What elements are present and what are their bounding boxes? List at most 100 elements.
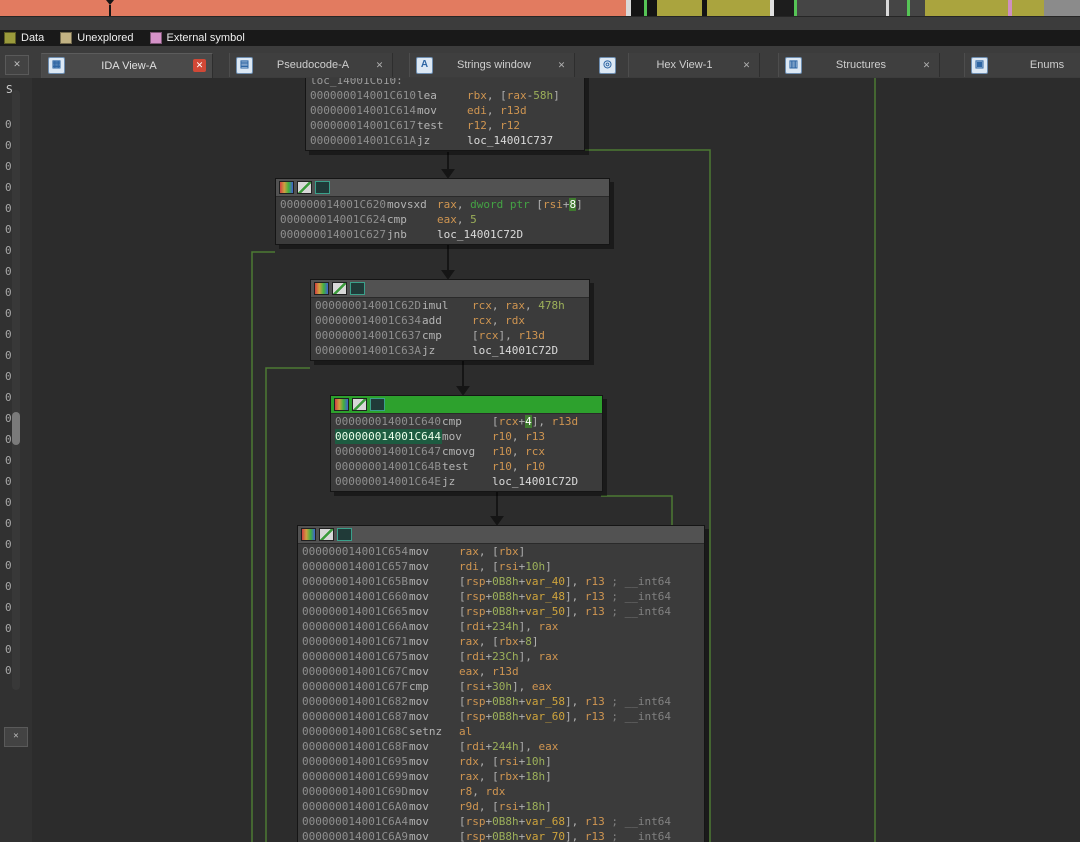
edge-arrowhead-icon bbox=[441, 270, 455, 280]
node-group-icon[interactable] bbox=[315, 181, 330, 194]
node-edit-icon[interactable] bbox=[319, 528, 334, 541]
nav-segment[interactable] bbox=[1011, 0, 1045, 16]
instruction-line[interactable]: 000000014001C665mov [rsp+0B8h+var_50], r1… bbox=[298, 604, 704, 619]
node-color-icon[interactable] bbox=[279, 181, 294, 194]
instruction-line[interactable]: 000000014001C68Fmov [rdi+244h], eax bbox=[298, 739, 704, 754]
tab-structures[interactable]: ▥ Structures ✕ bbox=[778, 53, 940, 77]
sidebar-scrollbar-thumb[interactable] bbox=[12, 412, 20, 445]
nav-segment[interactable] bbox=[656, 0, 702, 16]
nav-segment[interactable] bbox=[910, 0, 926, 16]
block-title-bar[interactable] bbox=[331, 396, 602, 414]
instruction-line[interactable]: 000000014001C627jnb loc_14001C72D bbox=[276, 227, 609, 242]
node-edit-icon[interactable] bbox=[332, 282, 347, 295]
tab-ida-view-a[interactable]: ▦ IDA View-A ✕ bbox=[41, 52, 213, 78]
nav-segment[interactable] bbox=[925, 0, 1008, 16]
sidebar-scrollbar-track[interactable] bbox=[12, 90, 20, 690]
basic-block-14001C62D[interactable]: 000000014001C62Dimul rcx, rax, 478h 000000… bbox=[310, 279, 590, 361]
nav-segment[interactable] bbox=[646, 0, 657, 16]
instruction-line[interactable]: 000000014001C64Ejz loc_14001C72D bbox=[331, 474, 602, 489]
nav-segment[interactable] bbox=[888, 0, 908, 16]
basic-block-14001C610[interactable]: loc_14001C610: 000000014001C610lea rbx, [r… bbox=[305, 78, 585, 151]
tab-label: Enums bbox=[1029, 59, 1065, 71]
instruction-line[interactable]: 000000014001C614mov edi, r13d bbox=[306, 103, 584, 118]
tab-hex-view-1[interactable]: Hex View-1 ✕ bbox=[628, 53, 760, 77]
nav-segment[interactable] bbox=[630, 0, 644, 16]
instruction-line[interactable]: 000000014001C620movsxd rax, dword ptr [rs… bbox=[276, 197, 609, 212]
instruction-line[interactable]: 000000014001C654mov rax, [rbx] bbox=[298, 544, 704, 559]
tab-enums[interactable]: ▣ Enums ✕ bbox=[964, 53, 1080, 77]
instruction-line[interactable]: 000000014001C67Cmov eax, r13d bbox=[298, 664, 704, 679]
instruction-line[interactable]: 000000014001C68Csetnz al bbox=[298, 724, 704, 739]
instruction-line[interactable]: 000000014001C640cmp [rcx+4], r13d bbox=[331, 414, 602, 429]
nav-segment[interactable] bbox=[707, 0, 770, 16]
close-tab-icon[interactable]: ✕ bbox=[740, 59, 753, 72]
instruction-line[interactable]: 000000014001C637cmp [rcx], r13d bbox=[311, 328, 589, 343]
instruction-line[interactable]: 000000014001C671mov rax, [rbx+8] bbox=[298, 634, 704, 649]
instruction-line[interactable]: 000000014001C61Ajz loc_14001C737 bbox=[306, 133, 584, 148]
operand: rsi bbox=[498, 755, 519, 768]
instruction-line[interactable]: 000000014001C695mov rdx, [rsi+10h] bbox=[298, 754, 704, 769]
node-group-icon[interactable] bbox=[337, 528, 352, 541]
node-group-icon[interactable] bbox=[370, 398, 385, 411]
mnemonic: mov bbox=[409, 815, 429, 828]
nav-segment[interactable] bbox=[0, 0, 627, 16]
tab-pseudocode-a[interactable]: ▤ Pseudocode-A ✕ bbox=[229, 53, 393, 77]
instruction-line[interactable]: 000000014001C62Dimul rcx, rax, 478h bbox=[311, 298, 589, 313]
navigator-marker[interactable] bbox=[106, 0, 115, 16]
instruction-line[interactable]: 000000014001C699mov rax, [rbx+18h] bbox=[298, 769, 704, 784]
instruction-line[interactable]: 000000014001C6A0mov r9d, [rsi+18h] bbox=[298, 799, 704, 814]
instruction-line[interactable]: 000000014001C647cmovg r10, rcx bbox=[331, 444, 602, 459]
instruction-line[interactable]: 000000014001C6A4mov [rsp+0B8h+var_68], r1… bbox=[298, 814, 704, 829]
instruction-line[interactable]: 000000014001C6A9mov [rsp+0B8h+var_70], r1… bbox=[298, 829, 704, 842]
block-title-bar[interactable] bbox=[276, 179, 609, 197]
close-sidebar-button[interactable]: ✕ bbox=[4, 727, 28, 747]
nav-segment[interactable] bbox=[1044, 0, 1080, 16]
instruction-line[interactable]: 000000014001C66Amov [rdi+234h], rax bbox=[298, 619, 704, 634]
close-tab-icon[interactable]: ✕ bbox=[193, 59, 206, 72]
nav-segment[interactable] bbox=[774, 0, 794, 16]
instruction-line[interactable]: 000000014001C67Fcmp [rsi+30h], eax bbox=[298, 679, 704, 694]
instruction-line[interactable]: 000000014001C657mov rdi, [rsi+10h] bbox=[298, 559, 704, 574]
instruction-line[interactable]: 000000014001C63Ajz loc_14001C72D bbox=[311, 343, 589, 358]
operand: eax bbox=[437, 213, 457, 226]
instruction-line[interactable]: 000000014001C675mov [rdi+23Ch], rax bbox=[298, 649, 704, 664]
instruction-line[interactable]: 000000014001C644mov r10, r13 bbox=[331, 429, 602, 444]
operand: , bbox=[491, 299, 506, 312]
operand: rsi bbox=[498, 800, 519, 813]
block-title-bar[interactable] bbox=[311, 280, 589, 298]
basic-block-14001C654[interactable]: 000000014001C654mov rax, [rbx] 00000001400… bbox=[297, 525, 705, 842]
navigator bbox=[0, 0, 1080, 17]
close-pane-button[interactable]: ✕ bbox=[5, 55, 29, 75]
node-color-icon[interactable] bbox=[301, 528, 316, 541]
graph-canvas[interactable]: loc_14001C610: 000000014001C610lea rbx, [r… bbox=[32, 78, 1080, 842]
instruction-line[interactable]: 000000014001C634add rcx, rdx bbox=[311, 313, 589, 328]
quick-view-icon[interactable]: ◎ bbox=[599, 56, 616, 74]
instruction-line[interactable]: 000000014001C624cmp eax, 5 bbox=[276, 212, 609, 227]
node-edit-icon[interactable] bbox=[297, 181, 312, 194]
navigator-band[interactable] bbox=[0, 0, 1080, 17]
mnemonic: jnb bbox=[387, 228, 407, 241]
instruction-line[interactable]: 000000014001C64Btest r10, r10 bbox=[331, 459, 602, 474]
operand: [ bbox=[459, 815, 466, 828]
instruction-line[interactable]: 000000014001C610lea rbx, [rax-58h] bbox=[306, 88, 584, 103]
node-color-icon[interactable] bbox=[314, 282, 329, 295]
instruction-line[interactable]: 000000014001C687mov [rsp+0B8h+var_60], r1… bbox=[298, 709, 704, 724]
close-tab-icon[interactable]: ✕ bbox=[920, 59, 933, 72]
nav-segment[interactable] bbox=[796, 0, 886, 16]
instruction-line[interactable]: 000000014001C617test r12, r12 bbox=[306, 118, 584, 133]
sidebar[interactable]: S 00000000000000000000000000000000000000… bbox=[0, 78, 33, 842]
basic-block-14001C620[interactable]: 000000014001C620movsxd rax, dword ptr [rs… bbox=[275, 178, 610, 245]
instruction-line[interactable]: 000000014001C682mov [rsp+0B8h+var_58], r1… bbox=[298, 694, 704, 709]
instruction-line[interactable]: 000000014001C65Bmov [rsp+0B8h+var_40], r1… bbox=[298, 574, 704, 589]
instruction-line[interactable]: 000000014001C69Dmov r8, rdx bbox=[298, 784, 704, 799]
basic-block-14001C640[interactable]: 000000014001C640cmp [rcx+4], r13d 00000001… bbox=[330, 395, 603, 492]
block-title-bar[interactable] bbox=[298, 526, 704, 544]
operand: loc_14001C737 bbox=[467, 134, 554, 147]
instruction-line[interactable]: 000000014001C660mov [rsp+0B8h+var_48], r1… bbox=[298, 589, 704, 604]
tab-strings-window[interactable]: A Strings window ✕ bbox=[409, 53, 575, 77]
node-edit-icon[interactable] bbox=[352, 398, 367, 411]
node-group-icon[interactable] bbox=[350, 282, 365, 295]
node-color-icon[interactable] bbox=[334, 398, 349, 411]
close-tab-icon[interactable]: ✕ bbox=[555, 59, 568, 72]
close-tab-icon[interactable]: ✕ bbox=[373, 59, 386, 72]
